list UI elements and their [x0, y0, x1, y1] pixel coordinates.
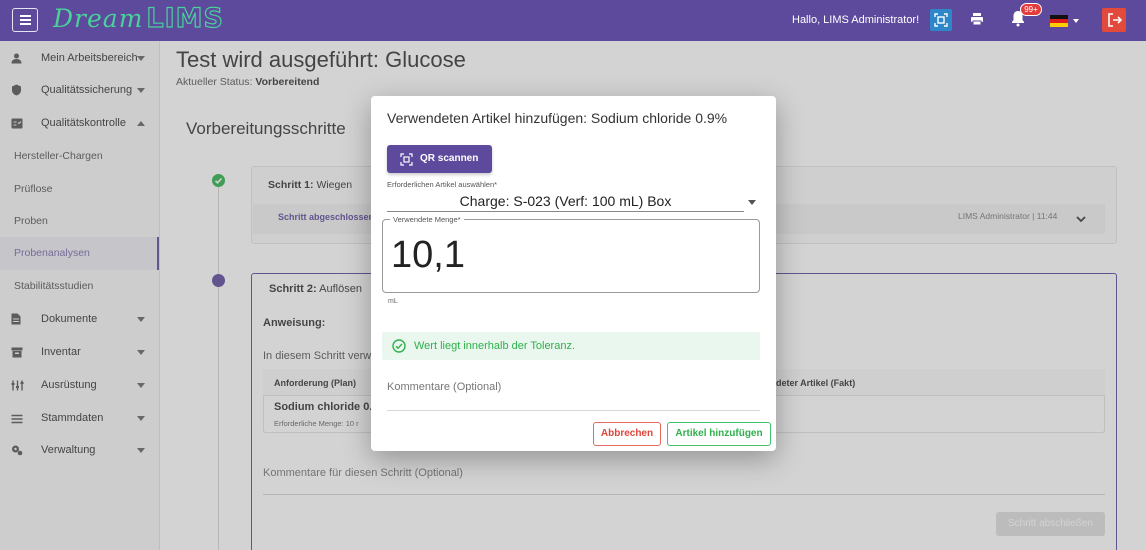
top-navbar: Dream LIMS Hallo, LIMS Administrator! 99…	[0, 0, 1146, 41]
comment-field-underline	[387, 410, 760, 411]
logo-text-lims: LIMS	[146, 2, 224, 34]
language-chevron-down-icon[interactable]	[1073, 19, 1079, 23]
menu-icon[interactable]	[12, 8, 38, 32]
unit-label: mL	[388, 298, 398, 305]
qr-code-icon[interactable]	[930, 9, 952, 31]
user-greeting: Hallo, LIMS Administrator!	[792, 14, 920, 26]
quantity-value[interactable]: 10,1	[391, 234, 465, 277]
logout-icon[interactable]	[1102, 8, 1126, 32]
item-select-label: Erforderlichen Artikel auswählen*	[387, 180, 498, 189]
comment-field[interactable]: Kommentare (Optional)	[387, 381, 501, 393]
item-select[interactable]: Charge: S-023 (Verf: 100 mL) Box	[387, 192, 744, 212]
tolerance-message: Wert liegt innerhalb der Toleranz.	[382, 332, 760, 360]
cancel-button[interactable]: Abbrechen	[593, 422, 661, 446]
logo-text-dream: Dream	[53, 4, 144, 33]
check-circle-icon	[392, 339, 406, 353]
print-icon[interactable]	[970, 12, 984, 31]
german-flag-icon[interactable]	[1050, 15, 1068, 27]
qr-code-icon	[400, 153, 413, 166]
notification-badge[interactable]: 99+	[1020, 3, 1042, 16]
qr-scan-button[interactable]: QR scannen	[387, 145, 492, 173]
add-item-dialog: Verwendeten Artikel hinzufügen: Sodium c…	[371, 96, 776, 451]
dialog-title: Verwendeten Artikel hinzufügen: Sodium c…	[387, 110, 728, 126]
quantity-label: Verwendete Menge*	[390, 215, 464, 224]
add-item-button[interactable]: Artikel hinzufügen	[667, 422, 771, 446]
chevron-down-icon[interactable]	[748, 200, 756, 205]
app-logo[interactable]: Dream LIMS	[53, 2, 224, 37]
